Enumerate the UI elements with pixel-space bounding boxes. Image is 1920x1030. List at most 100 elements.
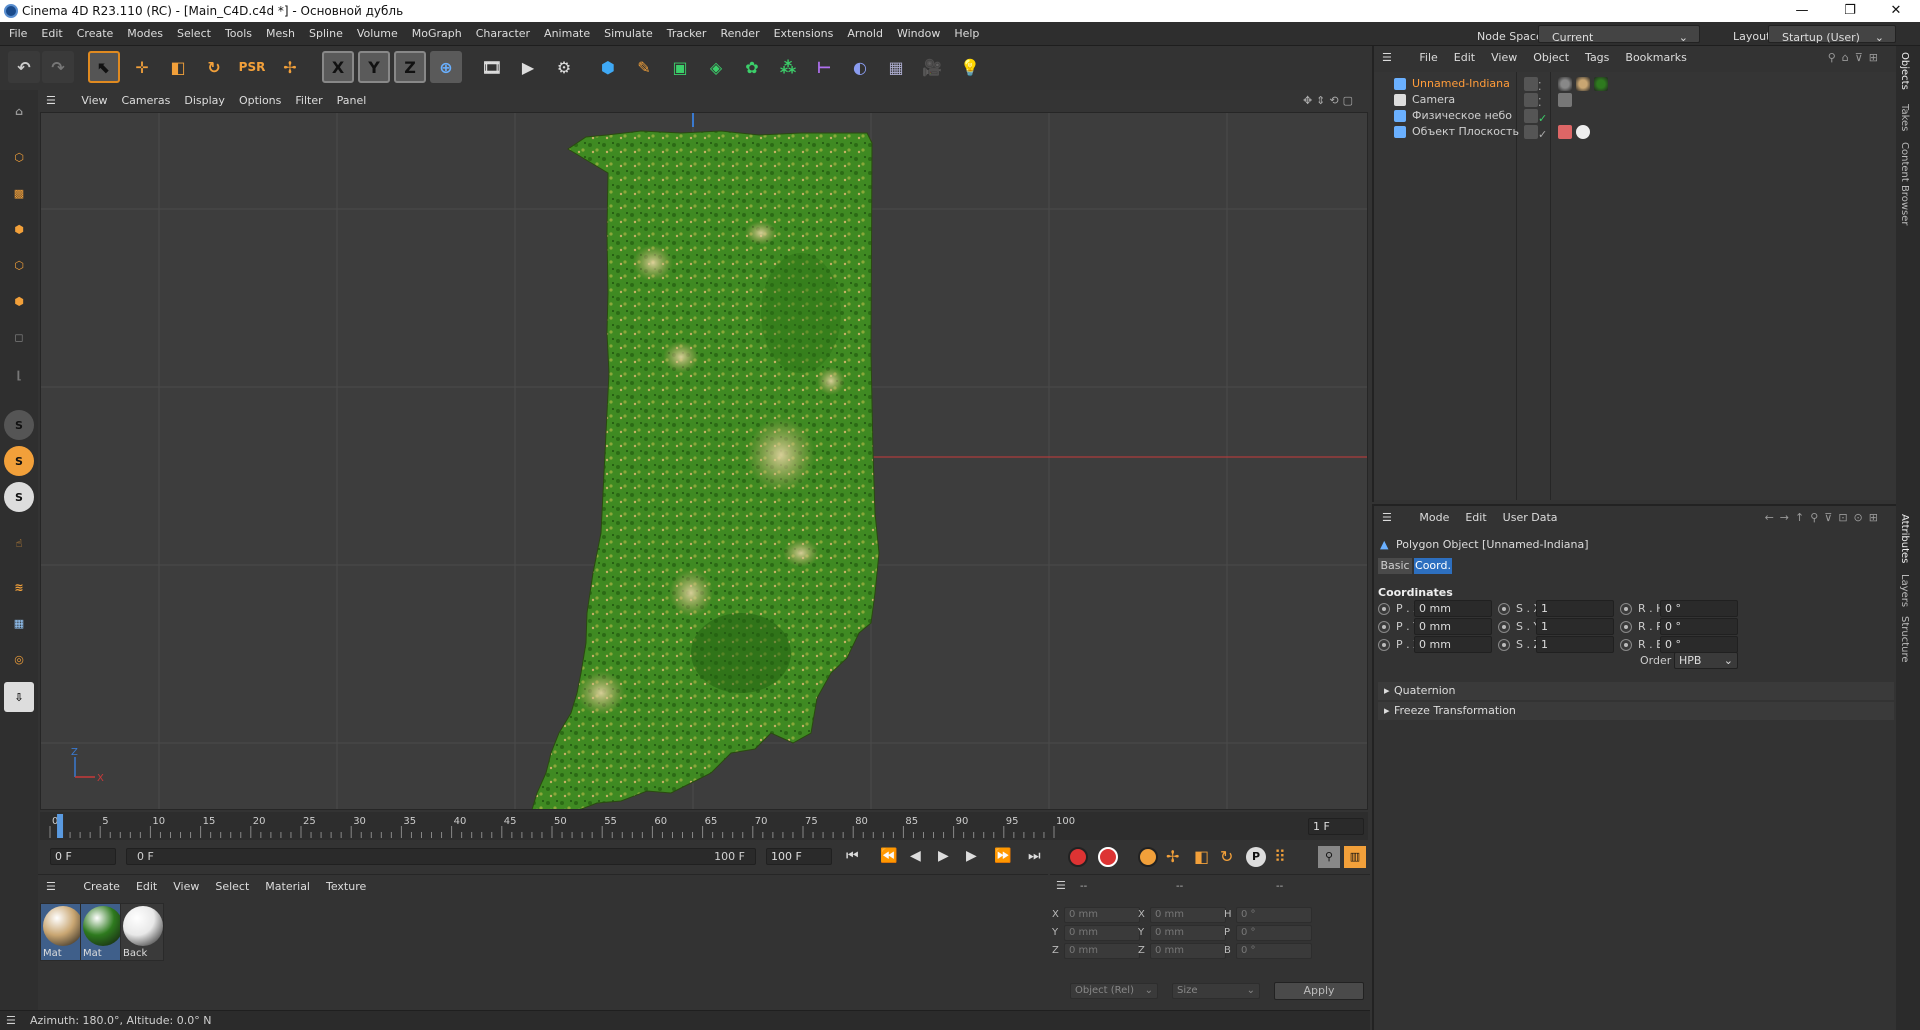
- axis-mode-icon[interactable]: ⌊: [4, 360, 34, 390]
- scale-tool-icon[interactable]: ◧: [162, 51, 194, 83]
- grid-icon[interactable]: ▦: [4, 608, 34, 638]
- render-region-icon[interactable]: 🎞: [476, 51, 508, 83]
- play-icon[interactable]: ▶: [938, 848, 949, 864]
- viewport-menu-cameras[interactable]: Cameras: [114, 90, 177, 112]
- keyframe-radio-icon[interactable]: [1378, 639, 1390, 651]
- menu-file[interactable]: File: [2, 22, 34, 46]
- tab-basic[interactable]: Basic: [1378, 558, 1412, 574]
- coord-value-field[interactable]: 0 °: [1236, 907, 1312, 923]
- menu-mesh[interactable]: Mesh: [259, 22, 302, 46]
- texture-tag-icon[interactable]: [1558, 77, 1572, 91]
- node-space-select[interactable]: Current (Standard/Physical) ⌄: [1538, 25, 1700, 68]
- viewport-menu-options[interactable]: Options: [232, 90, 288, 112]
- autokey-icon[interactable]: [1098, 847, 1118, 867]
- key-position-icon[interactable]: ✢: [1166, 847, 1179, 866]
- quaternion-section[interactable]: ▸ Quaternion: [1378, 682, 1894, 700]
- menu-tools[interactable]: Tools: [218, 22, 259, 46]
- apply-button[interactable]: Apply: [1274, 982, 1364, 1000]
- render-settings-icon[interactable]: ⚙: [548, 51, 580, 83]
- keyframe-radio-icon[interactable]: [1378, 621, 1390, 633]
- side-tab-structure[interactable]: Structure: [1899, 616, 1910, 663]
- mograph-icon[interactable]: ⁂: [772, 51, 804, 83]
- menu-volume[interactable]: Volume: [350, 22, 405, 46]
- coord-value-field[interactable]: 0 mm: [1064, 943, 1140, 959]
- record-icon[interactable]: [1068, 847, 1088, 867]
- viewport-nav-icons[interactable]: ✥⇕⟲▢: [1296, 90, 1364, 112]
- tab-coord[interactable]: Coord.: [1414, 558, 1452, 574]
- timeline-scheme-icon[interactable]: ⚲: [1318, 846, 1340, 868]
- object-manager-tools-icons[interactable]: ⚲⌂⊽⊞: [1820, 46, 1892, 70]
- hamburger-icon[interactable]: ☰: [1374, 46, 1400, 70]
- menu-arnold[interactable]: Arnold: [840, 22, 890, 46]
- keyframe-radio-icon[interactable]: [1620, 603, 1632, 615]
- coordinate-value-field[interactable]: 0 °: [1660, 600, 1738, 617]
- visibility-toggle-icon[interactable]: [1524, 109, 1538, 123]
- coordinate-value-field[interactable]: 0 mm: [1414, 618, 1492, 635]
- move-tool-icon[interactable]: ✛: [126, 51, 158, 83]
- coordinate-value-field[interactable]: 0 °: [1660, 618, 1738, 635]
- keyframe-radio-icon[interactable]: [1378, 603, 1390, 615]
- maximize-button[interactable]: ❐: [1830, 0, 1870, 22]
- minimize-button[interactable]: —: [1782, 0, 1822, 22]
- material-menu-create[interactable]: Create: [75, 875, 128, 899]
- keyframe-selection-icon[interactable]: [1138, 847, 1158, 867]
- menu-tracker[interactable]: Tracker: [660, 22, 714, 46]
- keyframe-radio-icon[interactable]: [1498, 621, 1510, 633]
- playhead[interactable]: [57, 814, 64, 838]
- material-menu-view[interactable]: View: [165, 875, 207, 899]
- material-menu-material[interactable]: Material: [257, 875, 318, 899]
- go-to-end-icon[interactable]: ⏭: [1028, 848, 1041, 864]
- material-menu-edit[interactable]: Edit: [128, 875, 165, 899]
- workplane-icon[interactable]: ≋: [4, 572, 34, 602]
- cloner-icon[interactable]: ✿: [736, 51, 768, 83]
- uv-mode-icon[interactable]: ◻: [4, 322, 34, 352]
- coord-value-field[interactable]: 0 mm: [1064, 907, 1140, 923]
- end-frame-field[interactable]: 100 F: [766, 848, 832, 865]
- render-view-icon[interactable]: ▶: [512, 51, 544, 83]
- axis-x-button[interactable]: X: [322, 51, 354, 83]
- menu-window[interactable]: Window: [890, 22, 947, 46]
- solo-icon[interactable]: ⇩: [4, 682, 34, 712]
- coord-value-field[interactable]: 0 °: [1236, 925, 1312, 941]
- timeline-ruler[interactable]: 0 5 10 15 20 25 30 35 40 45 50 55 60 65 70 75 80 85 90 95 10…: [40, 812, 1368, 840]
- enable-check-icon[interactable]: ⁚: [1538, 93, 1544, 109]
- side-tab-layers[interactable]: Layers: [1899, 574, 1910, 607]
- coordinate-value-field[interactable]: 1: [1536, 600, 1614, 617]
- axis-z-button[interactable]: Z: [394, 51, 426, 83]
- coord-value-field[interactable]: 0 mm: [1150, 943, 1226, 959]
- object-menu-edit[interactable]: Edit: [1446, 46, 1483, 70]
- coord-value-field[interactable]: 0 mm: [1150, 907, 1226, 923]
- next-key-icon[interactable]: ⏩: [994, 848, 1011, 864]
- freeze-transformation-section[interactable]: ▸ Freeze Transformation: [1378, 702, 1894, 720]
- side-tab-takes[interactable]: Takes: [1899, 104, 1910, 131]
- material-swatch[interactable]: Back: [120, 903, 164, 961]
- viewport-menu-panel[interactable]: Panel: [330, 90, 374, 112]
- material-menu-select[interactable]: Select: [207, 875, 257, 899]
- psr-tool-icon[interactable]: PSR: [236, 51, 268, 83]
- coord-value-field[interactable]: 0 mm: [1150, 925, 1226, 941]
- material-tag-icon[interactable]: [1576, 125, 1590, 139]
- compositing-tag-icon[interactable]: [1558, 125, 1572, 139]
- visibility-toggle-icon[interactable]: [1524, 93, 1538, 107]
- key-parameter-icon[interactable]: P: [1246, 847, 1266, 867]
- light-icon[interactable]: 💡: [954, 51, 986, 83]
- edges-mode-icon[interactable]: ⬡: [4, 250, 34, 280]
- rotate-tool-icon[interactable]: ↻: [198, 51, 230, 83]
- indiana-terrain-mesh[interactable]: [531, 130, 880, 810]
- redo-icon[interactable]: ↷: [42, 51, 74, 83]
- menu-animate[interactable]: Animate: [537, 22, 597, 46]
- coordinate-system-icon[interactable]: ⊕: [430, 51, 462, 83]
- coordinate-value-field[interactable]: 0 mm: [1414, 636, 1492, 653]
- prev-key-icon[interactable]: ⏪: [880, 848, 897, 864]
- model-mode-icon[interactable]: ⬡: [4, 142, 34, 172]
- material-swatch[interactable]: Mat: [40, 903, 84, 961]
- keyframe-radio-icon[interactable]: [1620, 621, 1632, 633]
- camera-tag-icon[interactable]: [1558, 93, 1572, 107]
- extrude-icon[interactable]: ◈: [700, 51, 732, 83]
- frame-range-slider[interactable]: 0 F 100 F: [126, 848, 756, 865]
- deformer-icon[interactable]: ⊢: [808, 51, 840, 83]
- attribute-menu-edit[interactable]: Edit: [1457, 506, 1494, 530]
- snap-workplane-icon[interactable]: S: [4, 482, 34, 512]
- polygons-mode-icon[interactable]: ⬢: [4, 286, 34, 316]
- material-tag-icon[interactable]: [1576, 77, 1590, 91]
